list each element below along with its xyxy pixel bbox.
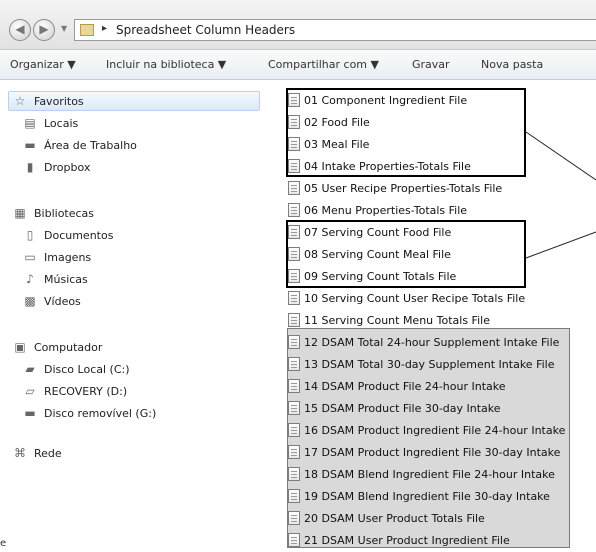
nav-label: Imagens	[44, 250, 92, 264]
highlight-box-serving-count-files	[286, 220, 526, 288]
include-in-library-button[interactable]: Incluir na biblioteca ▼	[106, 58, 226, 71]
computer-icon: ▣	[14, 340, 26, 354]
nav-label: Documentos	[44, 228, 114, 242]
nav-item-disco-removivel[interactable]: ▬ Disco removível (G:)	[22, 404, 156, 422]
nav-label: Disco removível (G:)	[44, 406, 157, 420]
removable-drive-icon: ▬	[24, 406, 36, 420]
music-icon: ♪	[26, 272, 34, 286]
file-item-15[interactable]: 15 DSAM Product File 30-day Intake	[288, 397, 501, 419]
nav-item-favoritos[interactable]: ☆ Favoritos	[12, 92, 84, 110]
nav-label: Computador	[34, 340, 103, 354]
nav-label: Vídeos	[44, 294, 81, 308]
address-bar: ◀ ▶ ▼ ▸ Spreadsheet Column Headers	[0, 0, 596, 50]
nav-item-imagens[interactable]: ▭ Imagens	[22, 248, 91, 266]
history-dropdown-icon[interactable]: ▼	[61, 24, 67, 33]
file-name: 16 DSAM Product Ingredient File 24-hour …	[304, 423, 566, 437]
file-item-13[interactable]: 13 DSAM Total 30-day Supplement Intake F…	[288, 353, 554, 375]
nav-label: Rede	[34, 446, 62, 460]
navigation-pane: ☆ Favoritos ▤ Locais ▬ Área de Trabalho …	[0, 81, 268, 552]
forward-arrow-icon: ▶	[39, 22, 49, 36]
file-name: 15 DSAM Product File 30-day Intake	[304, 401, 501, 415]
file-name: 13 DSAM Total 30-day Supplement Intake F…	[304, 357, 555, 371]
organize-button[interactable]: Organizar ▼	[10, 58, 76, 71]
back-arrow-icon: ◀	[15, 22, 25, 36]
nav-item-computador[interactable]: ▣ Computador	[12, 338, 102, 356]
file-name: 18 DSAM Blend Ingredient File 24-hour In…	[304, 467, 555, 481]
file-item-16[interactable]: 16 DSAM Product Ingredient File 24-hour …	[288, 419, 565, 441]
corner-letter: e	[0, 538, 7, 549]
nav-label: Área de Trabalho	[44, 138, 137, 152]
desktop-icon: ▬	[24, 138, 36, 152]
document-icon	[288, 511, 300, 525]
back-button[interactable]: ◀	[9, 19, 31, 41]
file-item-17[interactable]: 17 DSAM Product Ingredient File 30-day I…	[288, 441, 560, 463]
file-item-12[interactable]: 12 DSAM Total 24-hour Supplement Intake …	[288, 331, 559, 353]
folder-icon	[80, 24, 94, 36]
file-name: 14 DSAM Product File 24-hour Intake	[304, 379, 506, 393]
libraries-icon: ▦	[14, 206, 26, 220]
file-item-19[interactable]: 19 DSAM Blend Ingredient File 30-day Int…	[288, 485, 550, 507]
file-name: 17 DSAM Product Ingredient File 30-day I…	[304, 445, 561, 459]
file-item-14[interactable]: 14 DSAM Product File 24-hour Intake	[288, 375, 506, 397]
breadcrumb-chevron-icon[interactable]: ▸	[102, 23, 107, 34]
annotation-connectors	[525, 131, 596, 259]
file-item-21[interactable]: 21 DSAM User Product Ingredient File	[288, 529, 510, 551]
share-with-button[interactable]: Compartilhar com ▼	[268, 58, 379, 71]
document-icon	[288, 467, 300, 481]
breadcrumb-current-folder[interactable]: Spreadsheet Column Headers	[116, 23, 295, 37]
nav-label: Locais	[44, 116, 79, 130]
nav-item-recovery[interactable]: ▱ RECOVERY (D:)	[22, 382, 127, 400]
burn-button[interactable]: Gravar	[412, 58, 450, 71]
nav-label: Músicas	[44, 272, 88, 286]
file-name: 12 DSAM Total 24-hour Supplement Intake …	[304, 335, 560, 349]
network-icon: ⌘	[14, 446, 26, 460]
connector-line-upper	[525, 131, 596, 181]
nav-label: Favoritos	[34, 94, 84, 108]
nav-item-locais[interactable]: ▤ Locais	[22, 114, 78, 132]
videos-icon: ▩	[24, 294, 36, 308]
highlight-box-food-files	[286, 88, 526, 177]
document-icon	[288, 379, 300, 393]
forward-button[interactable]: ▶	[33, 19, 55, 41]
nav-item-rede[interactable]: ⌘ Rede	[12, 444, 62, 462]
command-bar: Organizar ▼ Incluir na biblioteca ▼ Comp…	[0, 50, 596, 80]
nav-item-videos[interactable]: ▩ Vídeos	[22, 292, 81, 310]
file-name: 19 DSAM Blend Ingredient File 30-day Int…	[304, 489, 550, 503]
hard-drive-icon: ▰	[25, 362, 35, 376]
nav-item-documentos[interactable]: ▯ Documentos	[22, 226, 114, 244]
nav-label: Disco Local (C:)	[44, 362, 130, 376]
document-icon	[288, 401, 300, 415]
nav-item-area-de-trabalho[interactable]: ▬ Área de Trabalho	[22, 136, 137, 154]
nav-label: RECOVERY (D:)	[44, 384, 128, 398]
nav-item-disco-local[interactable]: ▰ Disco Local (C:)	[22, 360, 130, 378]
recent-places-icon: ▤	[24, 116, 36, 130]
nav-label: Bibliotecas	[34, 206, 95, 220]
document-icon	[288, 335, 300, 349]
new-folder-button[interactable]: Nova pasta	[481, 58, 543, 71]
nav-item-bibliotecas[interactable]: ▦ Bibliotecas	[12, 204, 94, 222]
document-icon	[288, 533, 300, 547]
nav-item-musicas[interactable]: ♪ Músicas	[22, 270, 88, 288]
documents-icon: ▯	[26, 228, 34, 242]
file-name: 20 DSAM User Product Totals File	[304, 511, 485, 525]
nav-item-dropbox[interactable]: ▮ Dropbox	[22, 158, 91, 176]
star-icon: ☆	[14, 94, 26, 108]
document-icon	[288, 423, 300, 437]
nav-label: Dropbox	[44, 160, 91, 174]
file-name: 21 DSAM User Product Ingredient File	[304, 533, 510, 547]
document-icon	[288, 357, 300, 371]
drive-icon: ▱	[25, 384, 35, 398]
address-field[interactable]: ▸ Spreadsheet Column Headers	[74, 19, 596, 41]
document-icon	[288, 445, 300, 459]
file-item-20[interactable]: 20 DSAM User Product Totals File	[288, 507, 485, 529]
file-item-18[interactable]: 18 DSAM Blend Ingredient File 24-hour In…	[288, 463, 555, 485]
connector-line-lower	[525, 231, 596, 259]
dropbox-folder-icon: ▮	[26, 160, 34, 174]
document-icon	[288, 489, 300, 503]
pictures-icon: ▭	[24, 250, 36, 264]
